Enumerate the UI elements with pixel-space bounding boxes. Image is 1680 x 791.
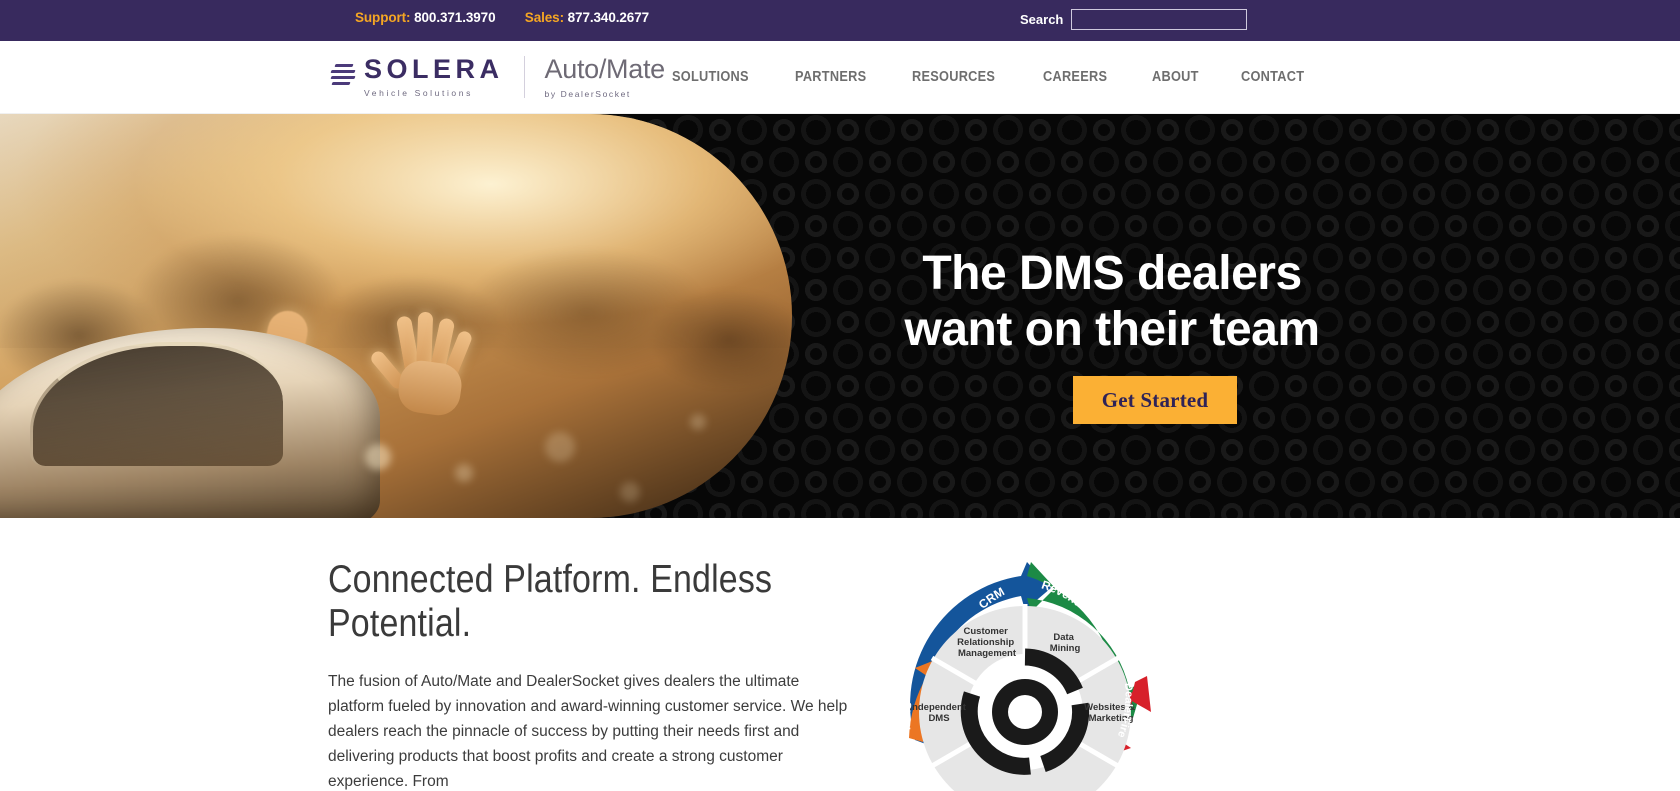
page-root: Support: 800.371.3970 Sales: 877.340.267…: [0, 0, 1680, 791]
platform-wheel-diagram: Customer Relationship Management Data Mi…: [875, 526, 1185, 791]
nav-item-solutions[interactable]: SOLUTIONS: [672, 69, 749, 85]
hero-headline-line1: The DMS dealers: [922, 247, 1302, 301]
nav-item-partners[interactable]: PARTNERS: [795, 69, 866, 85]
main-navigation: SOLUTIONS PARTNERS RESOURCES CAREERS ABO…: [672, 41, 1313, 113]
hero-headline: The DMS dealers want on their team: [792, 246, 1432, 358]
intro-paragraph: The fusion of Auto/Mate and DealerSocket…: [328, 672, 848, 791]
automate-brand-name: Auto/Mate: [544, 53, 666, 84]
hero-content: The DMS dealers want on their team Get S…: [792, 114, 1680, 518]
hero-headline-line2: want on their team: [904, 303, 1320, 357]
utility-bar: Support: 800.371.3970 Sales: 877.340.267…: [0, 0, 1680, 41]
sales-phone[interactable]: 877.340.2677: [568, 10, 649, 25]
solera-logo-icon: [330, 61, 356, 87]
logo-lockup[interactable]: SOLERA Vehicle Solutions Auto/Mate by De…: [330, 53, 665, 101]
search-area: Search: [1020, 9, 1248, 30]
hero-photo-shape: [0, 114, 792, 518]
solera-tagline: Vehicle Solutions: [364, 88, 473, 98]
wheel-arclabel-idms: IDMS: [901, 701, 914, 730]
hero-banner: The DMS dealers want on their team Get S…: [0, 114, 1680, 518]
intro-section: Connected Platform. Endless Potential. T…: [0, 518, 1680, 791]
automate-wordmark: Auto/Mate by DealerSocket: [544, 53, 666, 99]
nav-item-careers[interactable]: CAREERS: [1043, 69, 1107, 85]
support-phone[interactable]: 800.371.3970: [414, 10, 495, 25]
logo-divider: [523, 56, 525, 98]
intro-text-column: Connected Platform. Endless Potential. T…: [328, 558, 848, 791]
nav-item-resources[interactable]: RESOURCES: [912, 69, 995, 85]
wheel-label-data-mining: Data Mining: [1050, 632, 1081, 654]
search-input[interactable]: [1071, 9, 1248, 30]
automate-tagline: by DealerSocket: [544, 88, 631, 99]
utility-bar-inner: Support: 800.371.3970 Sales: 877.340.267…: [0, 0, 1680, 41]
intro-heading: Connected Platform. Endless Potential.: [328, 558, 773, 646]
wheel-label-crm-seg: Customer Relationship Management: [957, 626, 1017, 659]
wheel-svg: Customer Relationship Management Data Mi…: [901, 562, 1151, 791]
solera-brand-name: SOLERA: [364, 54, 504, 84]
support-label: Support:: [355, 10, 411, 25]
photo-hand: [355, 310, 475, 419]
hero-photo: [0, 114, 792, 518]
nav-item-about[interactable]: ABOUT: [1152, 69, 1199, 85]
search-label: Search: [1020, 12, 1064, 27]
contact-phone-numbers: Support: 800.371.3970 Sales: 877.340.267…: [355, 10, 649, 25]
solera-wordmark: SOLERA Vehicle Solutions: [364, 54, 504, 99]
get-started-button[interactable]: Get Started: [1073, 376, 1237, 424]
sales-label: Sales:: [524, 10, 564, 25]
nav-item-contact[interactable]: CONTACT: [1241, 69, 1304, 85]
site-header: SOLERA Vehicle Solutions Auto/Mate by De…: [0, 41, 1680, 114]
